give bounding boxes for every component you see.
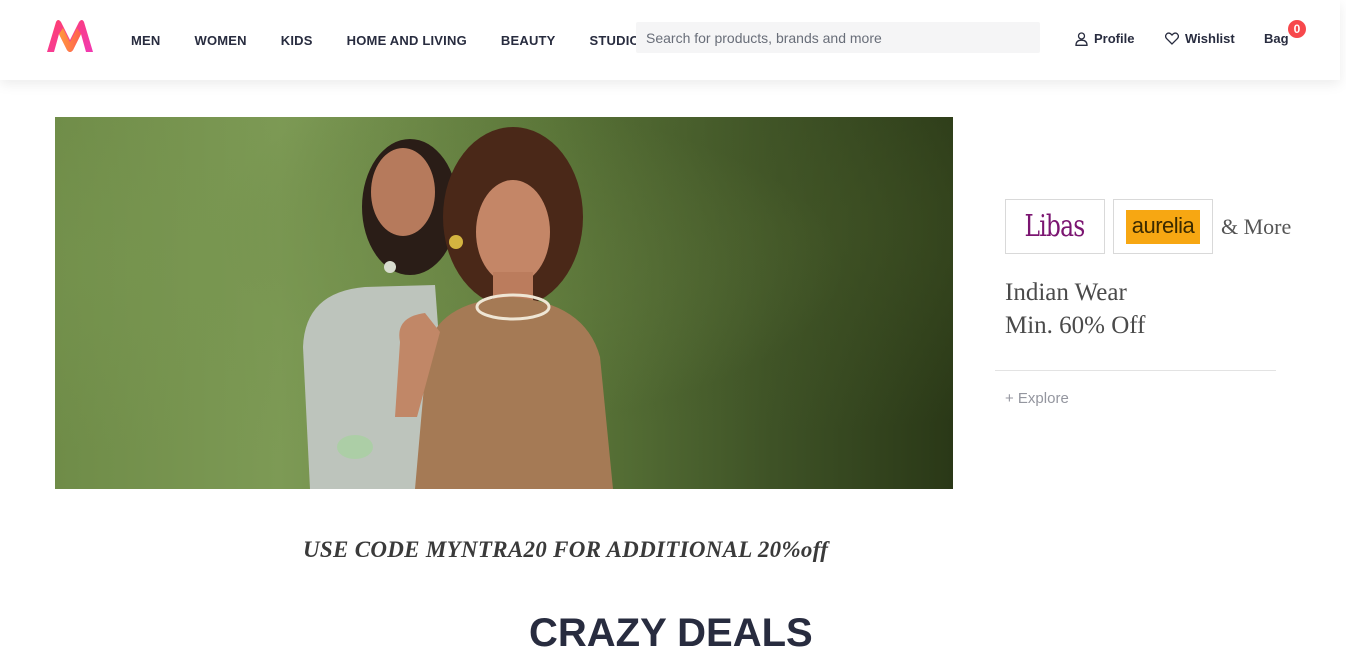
libas-logo[interactable]: Libas [1005,199,1105,254]
search-input[interactable] [636,22,1040,53]
user-icon [1075,31,1088,46]
nav-home-and-living[interactable]: HOME AND LIVING [347,33,467,48]
hero-models-illustration [303,127,613,489]
explore-link[interactable]: + Explore [1005,390,1069,407]
bag-count-badge: 0 [1286,18,1308,40]
wishlist-label: Wishlist [1185,31,1235,46]
banner-divider [995,370,1276,371]
heart-icon [1165,32,1179,45]
main-nav: MEN WOMEN KIDS HOME AND LIVING BEAUTY ST… [131,0,674,80]
myntra-logo-icon[interactable] [44,18,96,54]
bag-button[interactable]: Bag [1264,31,1289,46]
nav-kids[interactable]: KIDS [281,33,313,48]
nav-men[interactable]: MEN [131,33,161,48]
profile-label: Profile [1094,31,1135,46]
nav-studio[interactable]: STUDIO [590,33,640,48]
nav-beauty[interactable]: BEAUTY [501,33,556,48]
and-more-text: & More [1221,214,1292,239]
aurelia-logo-text: aurelia [1125,209,1201,244]
section-title: CRAZY DEALS [529,611,813,650]
nav-women[interactable]: WOMEN [195,33,247,48]
profile-button[interactable]: Profile [1075,31,1134,46]
bag-label: Bag [1264,31,1289,46]
libas-logo-text: Libas [1024,209,1086,244]
wishlist-button[interactable]: Wishlist [1165,31,1235,46]
site-header: MEN WOMEN KIDS HOME AND LIVING BEAUTY ST… [0,0,1340,80]
aurelia-logo[interactable]: aurelia [1113,199,1213,254]
offer-discount: Min. 60% Off [1005,312,1146,339]
promo-code-text: USE CODE MYNTRA20 FOR ADDITIONAL 20%off [303,537,829,562]
hero-banner-image[interactable] [55,117,953,489]
offer-category: Indian Wear [1005,279,1127,306]
